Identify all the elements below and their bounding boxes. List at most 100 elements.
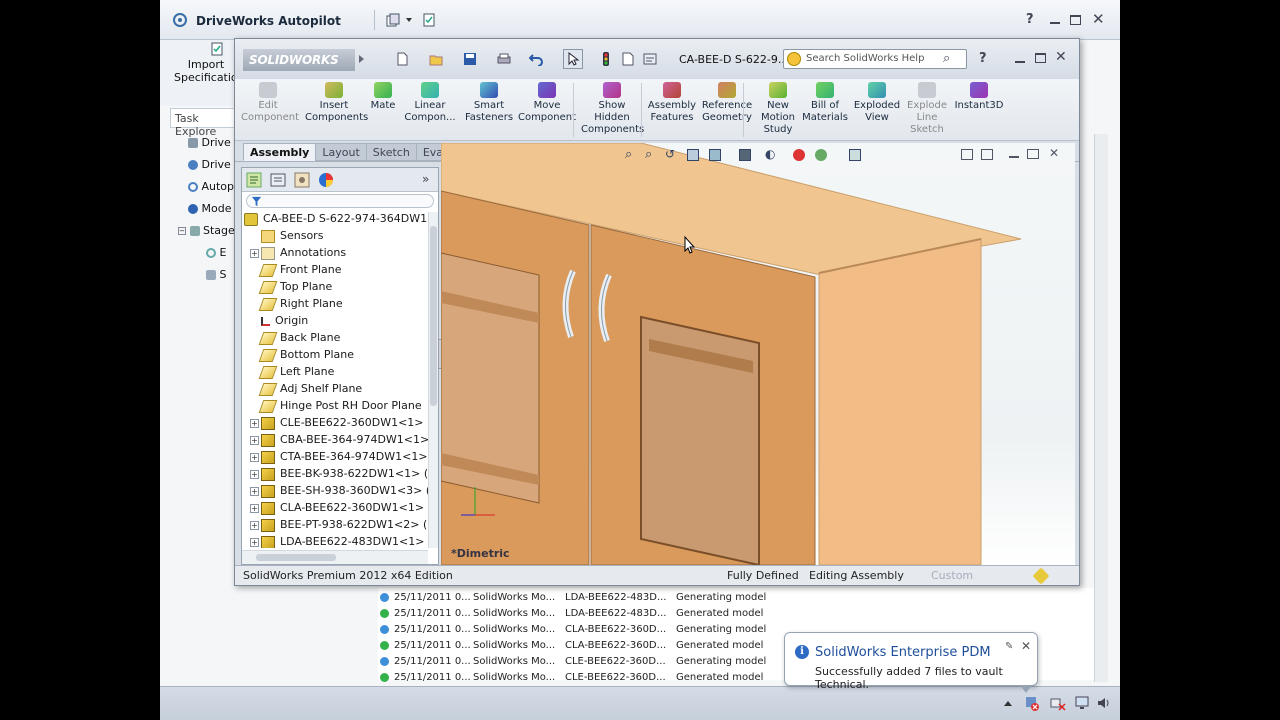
status-units[interactable]: Custom (931, 569, 973, 582)
gv-close-icon[interactable]: ✕ (1049, 146, 1059, 160)
collapse-icon[interactable]: − (178, 227, 186, 235)
tray-arrow-icon[interactable] (1004, 701, 1012, 706)
command-reference-geometry[interactable]: Reference Geometry (701, 79, 753, 141)
main-vertical-scrollbar[interactable] (1094, 134, 1108, 682)
expand-icon[interactable]: + (250, 520, 259, 530)
command-linear-compon[interactable]: Linear Compon... (401, 79, 459, 141)
help-icon[interactable]: ? (979, 51, 987, 66)
apply-scene-icon[interactable] (815, 149, 827, 161)
edit-appearance-icon[interactable] (793, 149, 805, 161)
expand-icon[interactable]: + (250, 435, 259, 445)
feature-item[interactable]: + CTA-BEE-364-974DW1<1> (D (250, 448, 428, 465)
feature-item[interactable]: Adj Shelf Plane (250, 380, 362, 397)
feature-item[interactable]: + CLA-BEE622-360DW1<1> (De (250, 499, 428, 516)
log-row[interactable]: 25/11/2011 0... SolidWorks Mo... LDA-BEE62… (378, 606, 778, 622)
expand-icon[interactable]: + (250, 503, 259, 513)
feature-tree-tab-icon[interactable] (246, 172, 262, 188)
sw-minimize-icon[interactable] (1015, 61, 1025, 63)
command-bill-of-materials[interactable]: Bill of Materials (801, 79, 849, 141)
monitor-icon[interactable] (1074, 695, 1090, 711)
command-exploded-view[interactable]: Exploded View (853, 79, 901, 141)
feature-item[interactable]: Back Plane (250, 329, 340, 346)
tab-assembly[interactable]: Assembly (243, 143, 317, 161)
feature-item[interactable]: + Annotations (250, 244, 346, 261)
feature-item[interactable]: + LDA-BEE622-483DW1<1> (De (250, 533, 428, 548)
command-instant3d[interactable]: Instant3D (951, 79, 1007, 141)
hscroll-thumb[interactable] (256, 554, 336, 561)
expand-icon[interactable]: + (250, 537, 259, 547)
viewport-1-icon[interactable] (961, 149, 973, 160)
pdm-tray-icon[interactable] (1024, 695, 1040, 711)
undo-icon[interactable] (529, 52, 543, 66)
graphics-view[interactable]: *Dimetric ⌕ ⌕ ↺ ◐ ✕ (441, 143, 1075, 565)
search-scope-icon[interactable] (787, 52, 801, 66)
tree-item-drive-1[interactable]: Drive (188, 136, 231, 149)
command-insert-components[interactable]: Insert Components (305, 79, 368, 141)
view-orientation-icon[interactable] (709, 149, 721, 161)
checklist-icon[interactable] (422, 13, 436, 27)
open-folder-icon[interactable] (429, 52, 443, 66)
save-icon[interactable] (463, 52, 477, 66)
tree-item-stage[interactable]: − Stage (178, 224, 235, 237)
feature-item[interactable]: Front Plane (250, 261, 342, 278)
pin-icon[interactable]: ✎ (1005, 641, 1013, 652)
scroll-thumb[interactable] (430, 226, 437, 406)
appearance-tab-icon[interactable] (318, 172, 334, 188)
sw-restore-icon[interactable] (1035, 53, 1046, 63)
help-icon[interactable]: ? (1026, 12, 1034, 27)
feature-item[interactable]: + BEE-PT-938-622DW1<2> (De (250, 516, 428, 533)
volume-icon[interactable] (1096, 695, 1112, 711)
log-row[interactable]: 25/11/2011 0... SolidWorks Mo... CLE-BEE62… (378, 654, 778, 670)
search-input[interactable]: Search SolidWorks Help (783, 49, 967, 69)
command-explode-line-sketch[interactable]: Explode Line Sketch (905, 79, 949, 141)
feature-item[interactable]: Bottom Plane (250, 346, 354, 363)
feature-tree-root[interactable]: CA-BEE-D S-622-974-364DW1 (D (244, 210, 428, 227)
gv-minimize-icon[interactable] (1009, 156, 1019, 158)
tree-item-stage-s[interactable]: S (206, 268, 226, 281)
feature-item[interactable]: Left Plane (250, 363, 334, 380)
rebuild-icon[interactable] (1032, 567, 1050, 585)
feature-item[interactable]: + BEE-SH-938-360DW1<3> (De (250, 482, 428, 499)
feature-item[interactable]: + CBA-BEE-364-974DW1<1> (D (250, 431, 428, 448)
print-icon[interactable] (497, 52, 511, 66)
search-icon[interactable]: ⌕ (943, 51, 950, 66)
traffic-light-icon[interactable] (599, 52, 613, 66)
copy-icon[interactable] (386, 13, 400, 27)
filter-icon[interactable] (251, 196, 262, 207)
command-mate[interactable]: Mate (365, 79, 401, 141)
feature-item[interactable]: Top Plane (250, 278, 332, 295)
expand-icon[interactable]: + (250, 486, 259, 496)
command-edit-component[interactable]: Edit Component (241, 79, 299, 141)
feature-item[interactable]: Right Plane (250, 295, 343, 312)
feature-tree-hscrollbar[interactable] (242, 550, 428, 564)
network-error-icon[interactable] (1050, 695, 1066, 711)
tab-sketch[interactable]: Sketch (365, 143, 417, 161)
viewport-2-icon[interactable] (981, 149, 993, 160)
maximize-icon[interactable] (1070, 15, 1081, 25)
command-move-component[interactable]: Move Component (517, 79, 577, 141)
log-row[interactable]: 25/11/2011 0... SolidWorks Mo... CLA-BEE62… (378, 638, 778, 654)
tab-layout[interactable]: Layout (315, 143, 367, 161)
property-manager-tab-icon[interactable] (270, 172, 286, 188)
log-row[interactable]: 25/11/2011 0... SolidWorks Mo... CLE-BEE62… (378, 670, 778, 686)
notification-close-icon[interactable]: ✕ (1021, 639, 1031, 653)
feature-filter[interactable] (246, 194, 434, 208)
dropdown-arrow-icon[interactable] (406, 18, 412, 22)
feature-item[interactable]: Sensors (250, 227, 323, 244)
command-smart-fasteners[interactable]: Smart Fasteners (461, 79, 517, 141)
tree-item-stage-e[interactable]: E (206, 246, 226, 259)
tree-item-model[interactable]: Mode (188, 202, 231, 215)
zoom-to-fit-icon[interactable]: ⌕ (625, 147, 632, 162)
zoom-area-icon[interactable]: ⌕ (645, 147, 652, 162)
new-document-icon[interactable] (395, 52, 409, 66)
select-button[interactable] (563, 49, 583, 69)
section-view-icon[interactable] (687, 149, 699, 161)
log-row[interactable]: 25/11/2011 0... SolidWorks Mo... LDA-BEE62… (378, 590, 778, 606)
sw-close-icon[interactable]: ✕ (1055, 49, 1067, 65)
feature-item[interactable]: Origin (250, 312, 308, 329)
tree-item-autopilot[interactable]: Autop (188, 180, 234, 193)
feature-tree-scrollbar[interactable] (428, 212, 438, 548)
expand-icon[interactable]: + (250, 469, 259, 479)
options-icon[interactable] (643, 52, 657, 66)
feature-item[interactable]: + CLE-BEE622-360DW1<1> (De (250, 414, 428, 431)
